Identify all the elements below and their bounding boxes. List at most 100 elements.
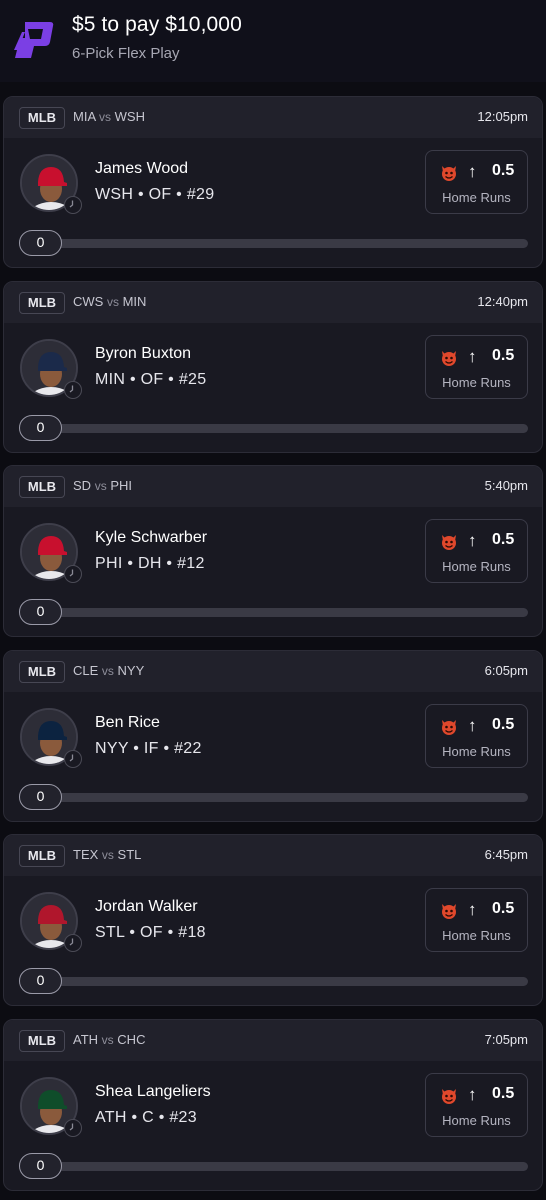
vs-label: vs <box>101 1033 114 1047</box>
pick-card[interactable]: MLB MIA vs WSH 12:05pm James Wood WSH • … <box>3 96 543 268</box>
league-badge: MLB <box>19 661 65 683</box>
arrow-up-icon: ↑ <box>468 162 477 181</box>
player-info: STL • OF • #18 <box>95 924 206 941</box>
stat-type: Home Runs <box>442 744 511 759</box>
progress-track <box>24 239 528 248</box>
matchup: SD vs PHI <box>73 478 132 493</box>
progress-value: 0 <box>19 784 62 810</box>
home-team: STL <box>117 847 142 862</box>
demon-icon <box>442 904 456 919</box>
league-badge: MLB <box>19 476 65 498</box>
progress-track <box>24 424 528 433</box>
arrow-up-icon: ↑ <box>468 900 477 919</box>
entry-payout-title: $5 to pay $10,000 <box>72 13 242 36</box>
away-team: SD <box>73 478 92 493</box>
clock-icon <box>64 1119 82 1137</box>
player-name: Ben Rice <box>95 714 160 731</box>
player-name: Jordan Walker <box>95 898 198 915</box>
projection-box[interactable]: ↑ 0.5 Home Runs <box>425 704 528 768</box>
projection-box[interactable]: ↑ 0.5 Home Runs <box>425 519 528 583</box>
vs-label: vs <box>94 479 107 493</box>
home-team: PHI <box>110 478 132 493</box>
away-team: CWS <box>73 294 104 309</box>
arrow-up-icon: ↑ <box>468 1085 477 1104</box>
league-badge: MLB <box>19 845 65 867</box>
stat-type: Home Runs <box>442 1113 511 1128</box>
projection-box[interactable]: ↑ 0.5 Home Runs <box>425 888 528 952</box>
progress-value: 0 <box>19 1153 62 1179</box>
vs-label: vs <box>101 664 114 678</box>
clock-icon <box>64 381 82 399</box>
progress-value: 0 <box>19 415 62 441</box>
arrow-up-icon: ↑ <box>468 716 477 735</box>
game-time: 12:05pm <box>477 109 528 124</box>
app-header: $5 to pay $10,000 6-Pick Flex Play <box>0 0 546 82</box>
demon-icon <box>442 351 456 366</box>
player-info: NYY • IF • #22 <box>95 740 202 757</box>
stat-type: Home Runs <box>442 928 511 943</box>
player-info: PHI • DH • #12 <box>95 555 205 572</box>
matchup: MIA vs WSH <box>73 109 145 124</box>
projection-line: 0.5 <box>492 347 515 364</box>
demon-icon <box>442 1089 456 1104</box>
game-time: 12:40pm <box>477 294 528 309</box>
projection-line: 0.5 <box>492 716 515 733</box>
projection-box[interactable]: ↑ 0.5 Home Runs <box>425 335 528 399</box>
player-info: MIN • OF • #25 <box>95 371 207 388</box>
vs-label: vs <box>99 110 112 124</box>
progress-value: 0 <box>19 599 62 625</box>
pick-card[interactable]: MLB TEX vs STL 6:45pm Jordan Walker STL … <box>3 834 543 1006</box>
card-header: MLB TEX vs STL 6:45pm <box>4 835 542 876</box>
projection-line: 0.5 <box>492 531 515 548</box>
card-header: MLB MIA vs WSH 12:05pm <box>4 97 542 138</box>
card-header: MLB CWS vs MIN 12:40pm <box>4 282 542 323</box>
projection-box[interactable]: ↑ 0.5 Home Runs <box>425 150 528 214</box>
stat-type: Home Runs <box>442 190 511 205</box>
stat-type: Home Runs <box>442 559 511 574</box>
play-type-subtitle: 6-Pick Flex Play <box>72 45 180 62</box>
home-team: WSH <box>114 109 145 124</box>
league-badge: MLB <box>19 1030 65 1052</box>
prizepicks-logo-icon <box>14 22 54 58</box>
player-name: James Wood <box>95 160 189 177</box>
pick-card[interactable]: MLB CLE vs NYY 6:05pm Ben Rice NYY • IF … <box>3 650 543 822</box>
progress-track <box>24 793 528 802</box>
league-badge: MLB <box>19 292 65 314</box>
league-badge: MLB <box>19 107 65 129</box>
matchup: CWS vs MIN <box>73 294 146 309</box>
pick-card[interactable]: MLB ATH vs CHC 7:05pm Shea Langeliers AT… <box>3 1019 543 1191</box>
game-time: 6:05pm <box>484 663 528 678</box>
card-header: MLB SD vs PHI 5:40pm <box>4 466 542 507</box>
matchup: TEX vs STL <box>73 847 141 862</box>
card-header: MLB CLE vs NYY 6:05pm <box>4 651 542 692</box>
progress-track <box>24 1162 528 1171</box>
away-team: CLE <box>73 663 99 678</box>
away-team: TEX <box>73 847 99 862</box>
clock-icon <box>64 934 82 952</box>
home-team: NYY <box>117 663 145 678</box>
home-team: CHC <box>117 1032 146 1047</box>
progress-track <box>24 608 528 617</box>
projection-line: 0.5 <box>492 1085 515 1102</box>
card-header: MLB ATH vs CHC 7:05pm <box>4 1020 542 1061</box>
matchup: ATH vs CHC <box>73 1032 145 1047</box>
arrow-up-icon: ↑ <box>468 347 477 366</box>
player-name: Shea Langeliers <box>95 1083 211 1100</box>
player-name: Byron Buxton <box>95 345 192 362</box>
vs-label: vs <box>101 848 114 862</box>
away-team: MIA <box>73 109 96 124</box>
player-name: Kyle Schwarber <box>95 529 208 546</box>
player-info: WSH • OF • #29 <box>95 186 215 203</box>
progress-value: 0 <box>19 968 62 994</box>
demon-icon <box>442 535 456 550</box>
demon-icon <box>442 720 456 735</box>
game-time: 7:05pm <box>484 1032 528 1047</box>
clock-icon <box>64 750 82 768</box>
pick-card[interactable]: MLB SD vs PHI 5:40pm Kyle Schwarber PHI … <box>3 465 543 637</box>
game-time: 6:45pm <box>484 847 528 862</box>
projection-box[interactable]: ↑ 0.5 Home Runs <box>425 1073 528 1137</box>
player-info: ATH • C • #23 <box>95 1109 197 1126</box>
demon-icon <box>442 166 456 181</box>
pick-card[interactable]: MLB CWS vs MIN 12:40pm Byron Buxton MIN … <box>3 281 543 453</box>
stat-type: Home Runs <box>442 375 511 390</box>
